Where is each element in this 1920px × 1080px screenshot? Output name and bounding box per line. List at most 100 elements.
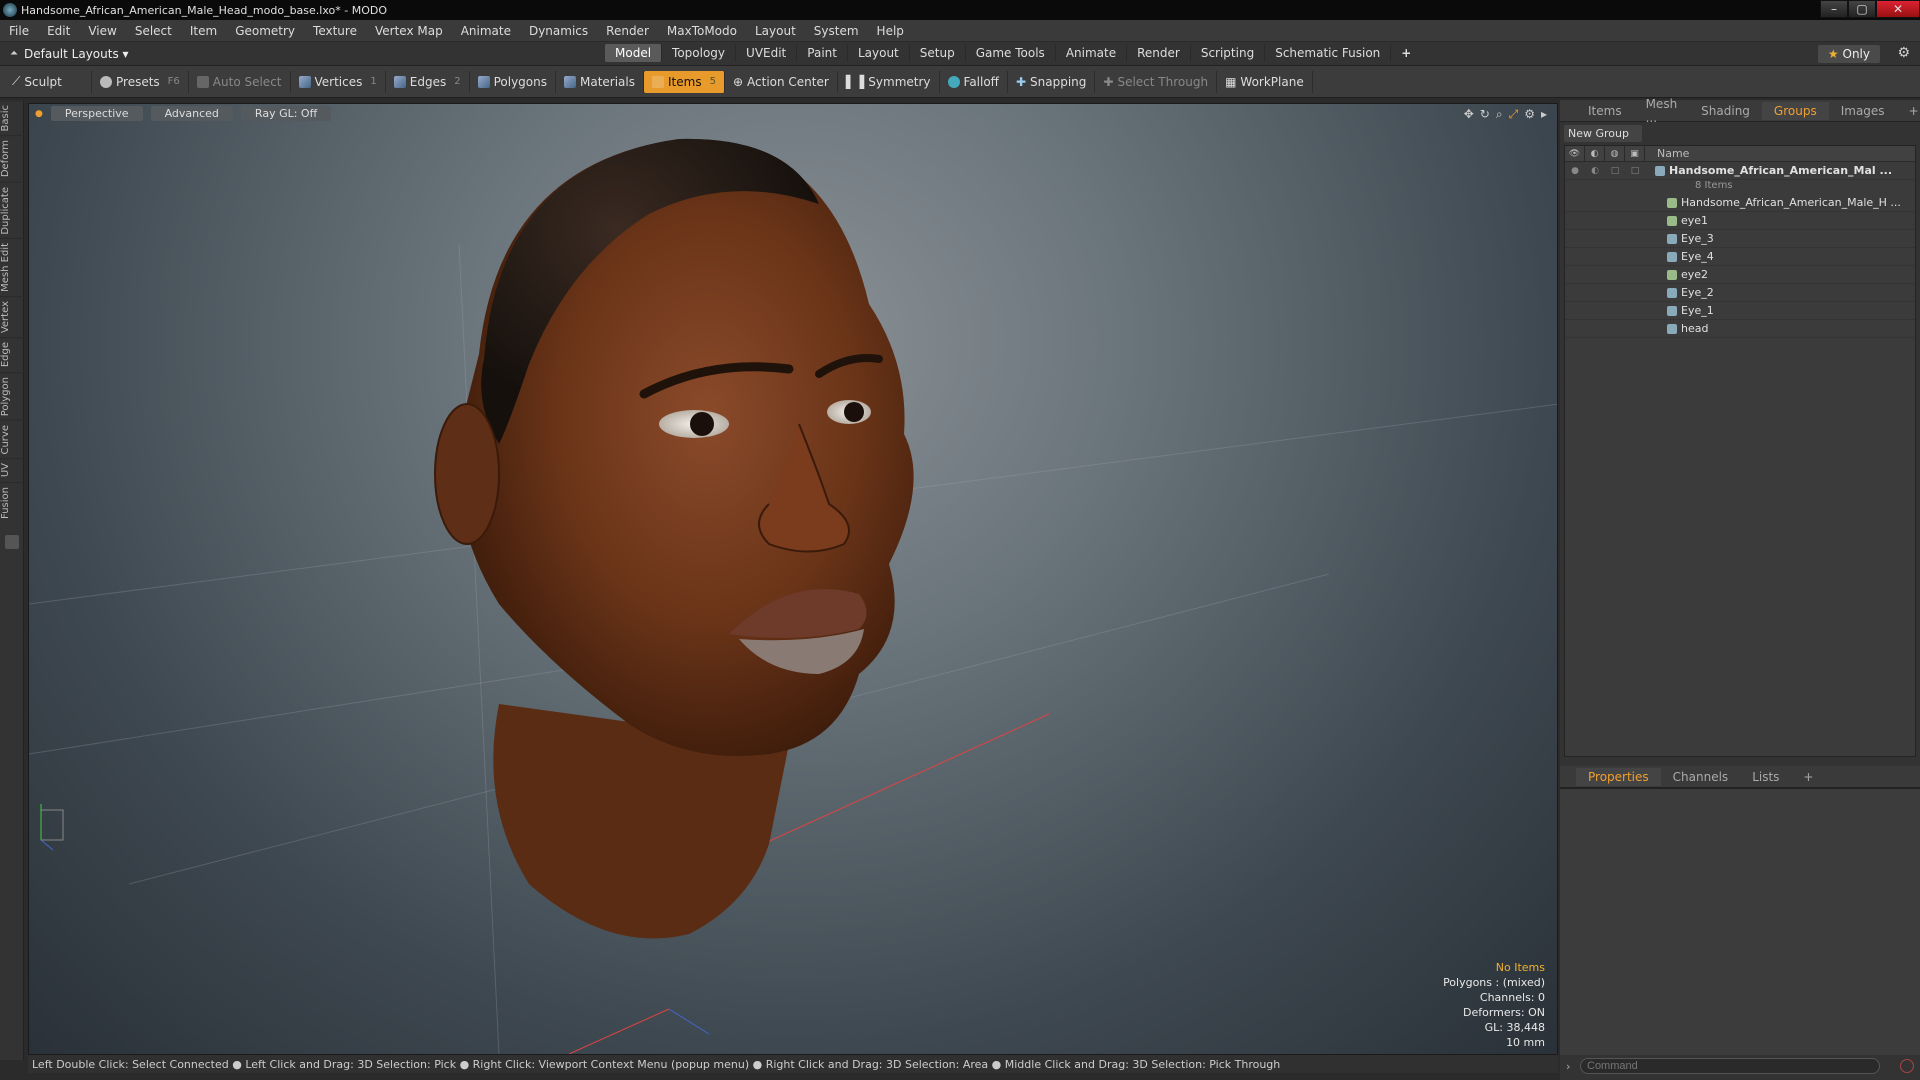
workplane-button[interactable]: ▦ WorkPlane [1217,70,1313,93]
add-properties-tab-button[interactable]: + [1791,768,1825,786]
visibility-col-icon[interactable]: 👁 [1565,145,1585,162]
move-view-icon[interactable]: ✥ [1464,107,1474,122]
tab-layout[interactable]: Layout [848,44,910,62]
viewport-expand-icon[interactable]: ▸ [1541,107,1547,122]
symmetry-button[interactable]: ▌▐ Symmetry [838,70,940,93]
vtab-duplicate[interactable]: Duplicate [0,181,24,239]
tab-channels[interactable]: Channels [1661,768,1741,786]
tab-paint[interactable]: Paint [797,44,848,62]
vtab-fusion[interactable]: Fusion [0,481,24,523]
vtab-vertex[interactable]: Vertex [0,296,24,338]
list-item[interactable]: eye2 [1565,266,1915,284]
menu-edit[interactable]: Edit [38,24,79,38]
minimize-button[interactable]: – [1820,0,1848,18]
select-icon[interactable]: □ [1625,166,1645,176]
menu-select[interactable]: Select [126,24,181,38]
menu-vertex-map[interactable]: Vertex Map [366,24,452,38]
menu-help[interactable]: Help [868,24,913,38]
vtab-edge[interactable]: Edge [0,337,24,372]
zoom-view-icon[interactable]: ⌕ [1496,107,1503,122]
perspective-button[interactable]: Perspective [50,106,143,121]
list-item[interactable]: Handsome_African_American_Male_H ... [1565,194,1915,212]
menu-texture[interactable]: Texture [304,24,366,38]
menu-view[interactable]: View [79,24,125,38]
list-item[interactable]: Eye_1 [1565,302,1915,320]
menu-system[interactable]: System [805,24,868,38]
add-panel-tab-button[interactable]: + [1897,102,1920,120]
command-input[interactable] [1580,1058,1880,1074]
tab-shading[interactable]: Shading [1689,102,1762,120]
menu-render[interactable]: Render [597,24,658,38]
tab-render[interactable]: Render [1127,44,1191,62]
menu-item[interactable]: Item [181,24,226,38]
vtab-polygon[interactable]: Polygon [0,371,24,420]
select-col-icon[interactable]: ▣ [1625,145,1645,162]
new-group-button[interactable]: New Group [1564,125,1642,142]
add-tab-button[interactable]: + [1391,44,1421,62]
vertices-button[interactable]: Vertices 1 [291,70,386,93]
menu-layout[interactable]: Layout [746,24,805,38]
menu-animate[interactable]: Animate [452,24,520,38]
tab-groups[interactable]: Groups [1761,101,1829,120]
menu-dynamics[interactable]: Dynamics [520,24,597,38]
tab-properties[interactable]: Properties [1576,767,1661,786]
vtab-mesh-edit[interactable]: Mesh Edit [0,238,24,297]
maximize-button[interactable]: ▢ [1848,0,1876,18]
falloff-button[interactable]: Falloff [940,70,1008,93]
tab-game-tools[interactable]: Game Tools [966,44,1056,62]
fit-view-icon[interactable]: ⤢ [1509,107,1519,122]
vtab-deform[interactable]: Deform [0,135,24,182]
menu-maxtomodo[interactable]: MaxToModo [658,24,746,38]
tab-lists[interactable]: Lists [1740,768,1791,786]
3d-viewport[interactable]: ● Perspective Advanced Ray GL: Off ✥ ↻ ⌕… [28,103,1558,1055]
tab-setup[interactable]: Setup [910,44,966,62]
gear-icon[interactable]: ⚙ [1897,45,1910,61]
list-item[interactable]: eye1 [1565,212,1915,230]
render-icon[interactable]: ◐ [1585,166,1605,176]
command-history-icon[interactable] [1900,1059,1914,1073]
viewport-settings-icon[interactable]: ● [35,106,43,121]
select-through-button[interactable]: ✚ Select Through [1095,70,1218,93]
close-button[interactable]: ✕ [1876,0,1920,18]
auto-select-button[interactable]: Auto Select [189,70,291,93]
list-item[interactable]: Eye_4 [1565,248,1915,266]
tab-model[interactable]: Model [605,44,663,62]
tab-mesh[interactable]: Mesh ... [1634,95,1690,127]
items-button[interactable]: Items 5 [644,70,725,93]
action-center-button[interactable]: ⊕ Action Center [725,70,838,93]
vtab-uv[interactable]: UV [0,458,24,482]
palette-toggle-icon[interactable] [4,534,19,549]
polygons-button[interactable]: Polygons [470,70,556,93]
tab-scripting[interactable]: Scripting [1191,44,1266,62]
layout-up-icon[interactable]: ⏶ [10,48,18,59]
viewport-gear-icon[interactable]: ⚙ [1524,107,1535,122]
eye-icon[interactable]: ● [1565,166,1585,176]
presets-button[interactable]: Presets F6 [92,70,189,93]
vtab-basic[interactable]: Basic [0,100,24,136]
menu-file[interactable]: File [0,24,38,38]
tab-schematic-fusion[interactable]: Schematic Fusion [1265,44,1392,62]
snapping-button[interactable]: ✚ Snapping [1008,70,1096,93]
only-toggle[interactable]: ★ Only [1817,45,1880,63]
group-row[interactable]: ● ◐ □ □ Handsome_African_American_Mal ... [1565,162,1915,180]
menu-geometry[interactable]: Geometry [226,24,304,38]
tab-uvedit[interactable]: UVEdit [736,44,798,62]
vtab-curve[interactable]: Curve [0,419,24,459]
raygl-button[interactable]: Ray GL: Off [240,106,332,121]
lock-icon[interactable]: □ [1605,166,1625,176]
advanced-button[interactable]: Advanced [150,106,233,121]
tab-images[interactable]: Images [1829,102,1897,120]
render-col-icon[interactable]: ◐ [1585,145,1605,162]
tab-items[interactable]: Items [1576,102,1634,120]
tab-animate[interactable]: Animate [1056,44,1128,62]
list-item[interactable]: Eye_2 [1565,284,1915,302]
rotate-view-icon[interactable]: ↻ [1480,107,1490,122]
list-item[interactable]: head [1565,320,1915,338]
edges-button[interactable]: Edges 2 [386,70,470,93]
lock-col-icon[interactable]: ◍ [1605,145,1625,162]
layouts-dropdown[interactable]: Default Layouts ▾ [24,47,129,61]
sculpt-button[interactable]: ⟋ Sculpt [4,70,92,93]
tab-topology[interactable]: Topology [662,44,737,62]
list-item[interactable]: Eye_3 [1565,230,1915,248]
materials-button[interactable]: Materials [556,70,644,93]
